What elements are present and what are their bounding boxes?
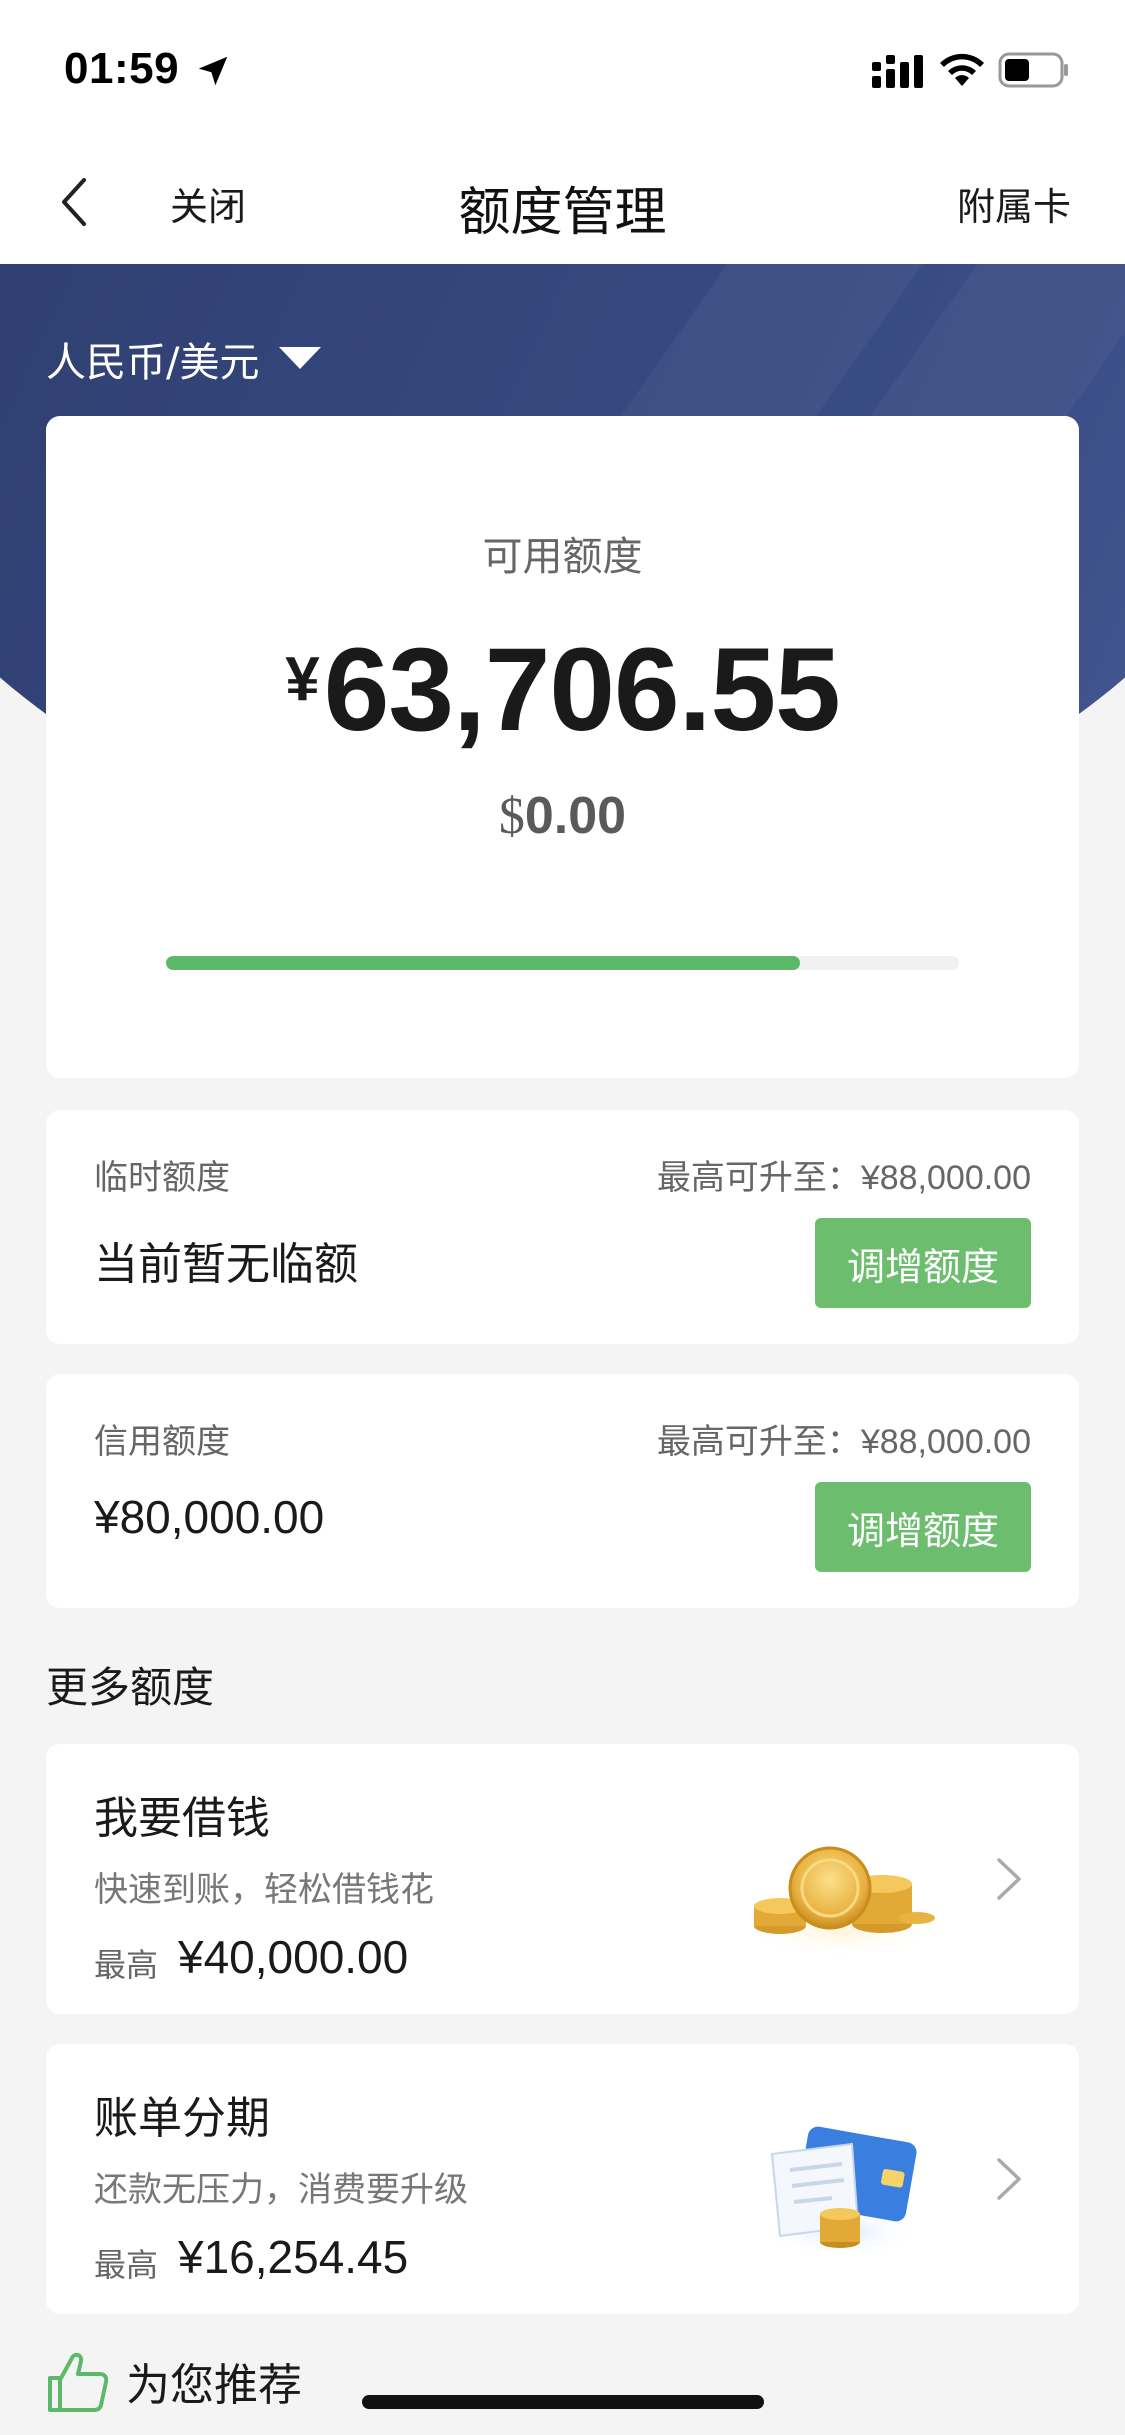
- borrow-money-card[interactable]: 我要借钱 快速到账，轻松借钱花 最高 ¥40,000.00: [46, 1744, 1079, 2014]
- available-credit-value: 63,706.55: [323, 624, 841, 756]
- nav-bar: 关闭 额度管理 附属卡: [0, 140, 1125, 264]
- temporary-limit-card: 临时额度 最高可升至：¥88,000.00 当前暂无临额 调增额度: [46, 1110, 1079, 1344]
- promo-max-label: 最高: [94, 1946, 159, 1984]
- location-arrow-icon: [198, 56, 228, 86]
- promo-max-value: ¥16,254.45: [178, 2231, 409, 2283]
- recommend-header: 为您推荐: [44, 2348, 302, 2414]
- available-credit-amount: ¥63,706.55: [46, 622, 1079, 758]
- status-time: 01:59: [64, 44, 180, 93]
- promo-description: 还款无压力，消费要升级: [94, 2170, 468, 2210]
- cellular-signal-icon: [872, 55, 923, 88]
- cny-symbol: ¥: [285, 645, 320, 714]
- usd-credit-value: 0.00: [524, 787, 627, 845]
- temporary-limit-label: 临时额度: [94, 1158, 230, 1198]
- temporary-limit-max: 最高可升至：¥88,000.00: [656, 1159, 1031, 1197]
- usd-credit-amount: $0.00: [46, 786, 1079, 846]
- available-credit-label: 可用额度: [482, 534, 643, 580]
- bill-card-coins-icon: [762, 2126, 922, 2258]
- chevron-right-icon: [997, 2158, 1021, 2200]
- adjust-credit-limit-button[interactable]: 调增额度: [815, 1482, 1031, 1572]
- supplementary-card-button[interactable]: 附属卡: [957, 176, 1071, 231]
- promo-title: 账单分期: [94, 2093, 270, 2144]
- currency-selector-label: 人民币/美元: [46, 340, 260, 386]
- adjust-temporary-limit-button[interactable]: 调增额度: [815, 1218, 1031, 1308]
- promo-title: 我要借钱: [94, 1793, 270, 1844]
- bill-installment-card[interactable]: 账单分期 还款无压力，消费要升级 最高 ¥16,254.45: [46, 2044, 1079, 2314]
- credit-limit-value: ¥80,000.00: [94, 1491, 325, 1543]
- more-limits-title: 更多额度: [46, 1663, 215, 1712]
- battery-icon: [998, 52, 1068, 88]
- credit-limit-max: 最高可升至：¥88,000.00: [656, 1423, 1031, 1461]
- credit-usage-fill: [166, 956, 801, 970]
- usd-symbol: $: [498, 788, 525, 845]
- temporary-limit-value: 当前暂无临额: [94, 1239, 358, 1290]
- promo-max-value: ¥40,000.00: [178, 1931, 409, 1983]
- promo-description: 快速到账，轻松借钱花: [94, 1870, 434, 1910]
- gold-coins-icon: [742, 1846, 942, 1958]
- credit-limit-label: 信用额度: [94, 1422, 230, 1462]
- caret-down-icon: [279, 347, 322, 369]
- thumbs-up-icon: [48, 2352, 109, 2412]
- available-credit-card: 可用额度 ¥63,706.55 $0.00: [46, 416, 1079, 1078]
- credit-usage-bar: [166, 956, 959, 970]
- wifi-icon: [940, 53, 984, 86]
- status-bar: 01:59: [0, 0, 1125, 140]
- recommend-label: 为您推荐: [126, 2360, 302, 2411]
- chevron-right-icon: [997, 1858, 1021, 1900]
- currency-selector[interactable]: 人民币/美元: [46, 330, 322, 388]
- home-indicator: [362, 2395, 764, 2409]
- promo-max-label: 最高: [94, 2246, 159, 2284]
- credit-limit-card: 信用额度 最高可升至：¥88,000.00 ¥80,000.00 调增额度: [46, 1374, 1079, 1608]
